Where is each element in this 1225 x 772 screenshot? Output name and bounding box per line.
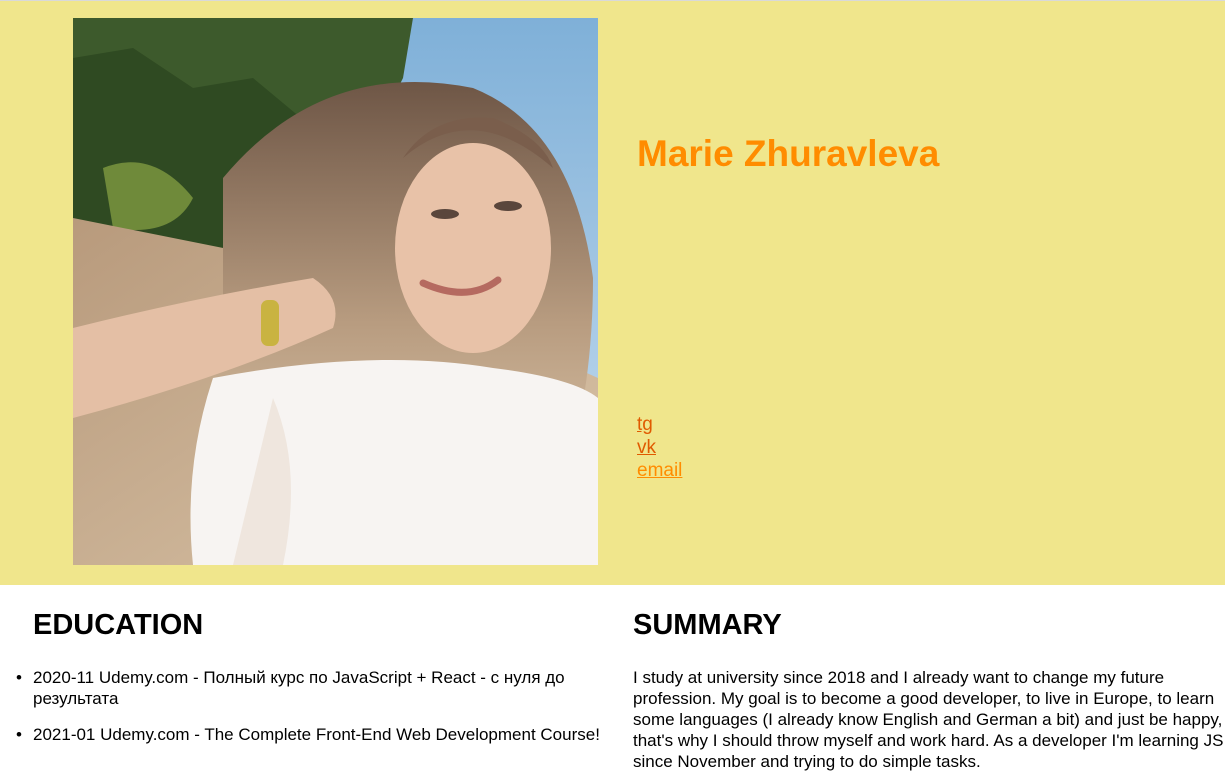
education-item-text: 2021-01 Udemy.com - The Complete Front-E… [33,725,600,744]
tg-link[interactable]: tg [637,413,682,436]
profile-header: Marie Zhuravleva tg vk email [0,1,1225,585]
vk-link[interactable]: vk [637,436,682,459]
profile-name: Marie Zhuravleva [637,133,940,174]
education-item: • 2021-01 Udemy.com - The Complete Front… [16,724,613,745]
education-list: • 2020-11 Udemy.com - Полный курс по Jav… [16,667,613,760]
profile-photo [73,18,598,565]
education-title: EDUCATION [33,609,204,641]
contact-links: tg vk email [637,413,682,482]
education-item: • 2020-11 Udemy.com - Полный курс по Jav… [16,667,613,709]
summary-text: I study at university since 2018 and I a… [633,668,1224,771]
bullet-icon: • [16,725,22,744]
email-link[interactable]: email [637,459,682,482]
education-item-text: 2020-11 Udemy.com - Полный курс по JavaS… [33,668,565,708]
bullet-icon: • [16,668,22,687]
summary-title: SUMMARY [633,609,782,641]
